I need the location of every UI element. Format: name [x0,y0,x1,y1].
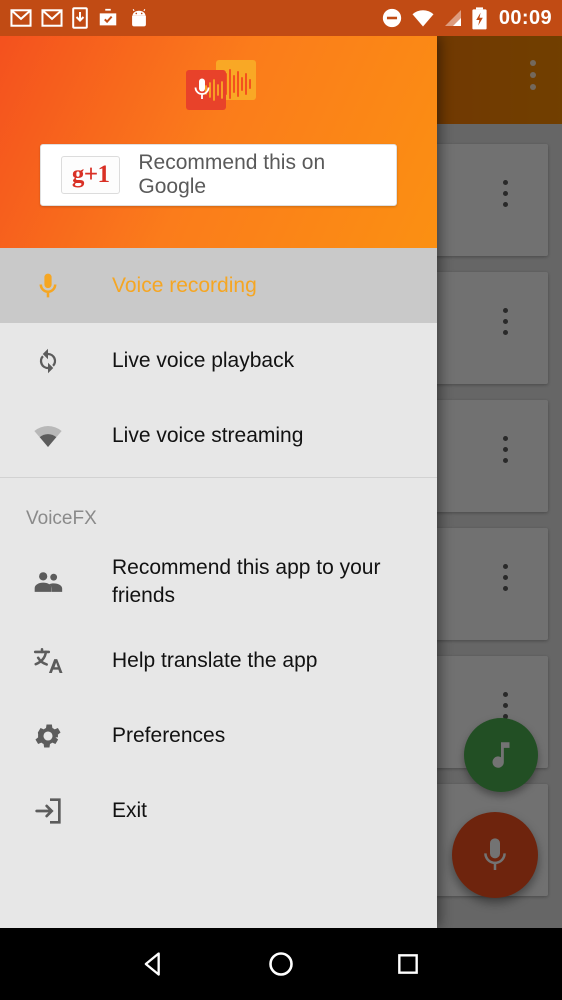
triangle-back-icon [144,952,160,976]
status-bar: 00:09 [0,0,562,36]
wifi-icon [22,416,74,456]
status-left-icons [10,7,150,29]
people-icon [22,562,74,602]
loop-sync-icon [22,341,74,381]
drawer-item-label: Exit [112,798,148,822]
download-icon [72,7,88,29]
home-button[interactable] [261,944,301,984]
briefcase-check-icon [99,8,117,26]
gear-icon [22,716,74,756]
drawer-item-label: Help translate the app [112,648,318,672]
microphone-icon [22,266,74,306]
status-right-icons: 00:09 [381,7,552,30]
back-button[interactable] [134,944,174,984]
drawer-item-live-voice-streaming[interactable]: Live voice streaming [0,398,437,473]
drawer-item-help-translate[interactable]: Help translate the app [0,623,437,698]
cell-signal-icon [444,10,461,26]
google-plus-one-button[interactable]: g+1 Recommend this on Google [40,144,397,206]
drawer-item-live-voice-playback[interactable]: Live voice playback [0,323,437,398]
android-nav-bar [0,928,562,1000]
gmail-icon [10,9,32,27]
circle-home-icon [269,952,293,976]
drawer-item-exit[interactable]: Exit [0,773,437,848]
gmail-icon [41,9,63,27]
drawer-item-recommend-app[interactable]: Recommend this app to your friends [0,540,437,623]
square-recents-icon [398,954,419,974]
drawer-item-label: Recommend this app to your friends [112,555,381,607]
voicefx-app-logo [185,60,256,110]
gplus-label: Recommend this on Google [138,151,326,198]
drawer-item-label: Preferences [112,723,226,747]
do-not-disturb-icon [382,8,402,28]
navigation-drawer: g+1 Recommend this on Google Voice recor… [0,36,437,928]
drawer-item-voice-recording[interactable]: Voice recording [0,248,437,323]
battery-charging-icon [472,6,487,29]
drawer-item-label: Live voice streaming [112,423,304,447]
drawer-item-label: Live voice playback [112,348,295,372]
wifi-icon [412,10,434,27]
translate-icon [22,641,74,681]
drawer-item-label: Voice recording [112,273,257,297]
exit-icon [22,791,74,831]
gplus-badge: g+1 [61,156,121,194]
drawer-section-title: VoiceFX [26,508,97,529]
android-icon [132,9,146,27]
drawer-divider [0,477,437,478]
phone-screen: 00:09 g+1 Recommend this on Google Voice… [0,0,562,1000]
recents-button[interactable] [388,944,428,984]
drawer-header: g+1 Recommend this on Google [0,36,437,248]
status-clock: 00:09 [498,6,552,29]
drawer-item-preferences[interactable]: Preferences [0,698,437,773]
